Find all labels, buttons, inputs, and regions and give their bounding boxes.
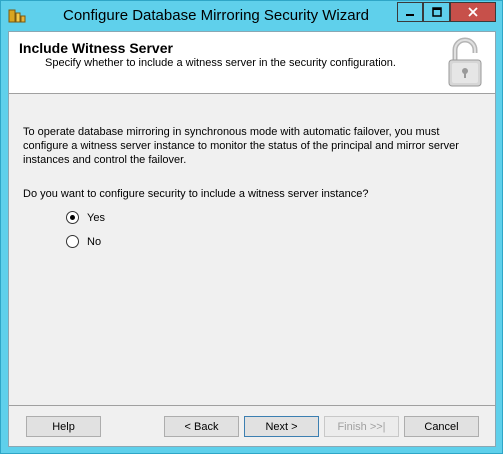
maximize-icon [431,7,442,17]
minimize-button[interactable] [397,2,423,22]
radio-button-yes[interactable] [66,211,79,224]
back-button[interactable]: < Back [164,416,239,437]
page-subtitle: Specify whether to include a witness ser… [45,57,396,69]
radio-option-yes[interactable]: Yes [66,211,105,224]
footer-divider [9,405,495,406]
cancel-button[interactable]: Cancel [404,416,479,437]
finish-button[interactable]: Finish >>| [324,416,399,437]
witness-question: Do you want to configure security to inc… [23,188,369,200]
close-button[interactable] [450,2,496,22]
close-icon [468,7,478,17]
radio-button-no[interactable] [66,235,79,248]
radio-label-yes: Yes [87,211,105,224]
maximize-button[interactable] [423,2,450,22]
window-title: Configure Database Mirroring Security Wi… [63,7,369,24]
radio-label-no: No [87,235,102,248]
padlock-icon [445,36,485,88]
intro-text: To operate database mirroring in synchro… [23,126,459,166]
help-button[interactable]: Help [26,416,101,437]
wizard-header: Include Witness Server Specify whether t… [9,32,495,94]
title-bar[interactable]: Configure Database Mirroring Security Wi… [1,1,502,31]
database-wizard-icon [8,7,26,25]
wizard-window: Configure Database Mirroring Security Wi… [0,0,503,454]
page-title: Include Witness Server [19,40,173,56]
minimize-icon [406,14,414,16]
wizard-client-area: Include Witness Server Specify whether t… [8,31,496,447]
radio-option-no[interactable]: No [66,235,101,248]
next-button[interactable]: Next > [244,416,319,437]
